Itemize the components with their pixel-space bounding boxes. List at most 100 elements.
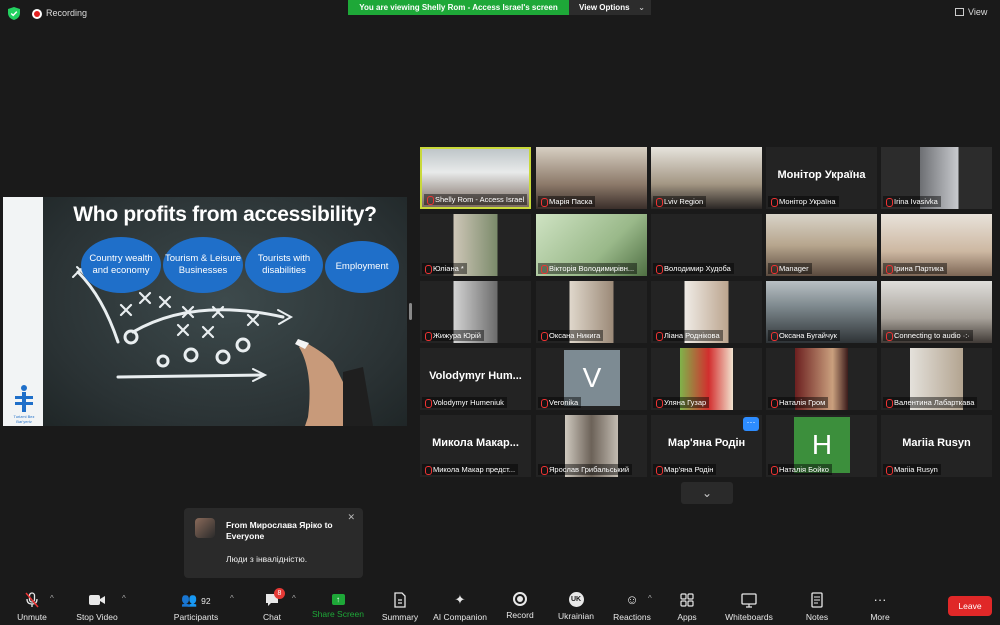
share-screen-label: Share Screen [312,609,364,619]
participant-name-label: Мар'яна Родін [653,464,717,475]
record-button[interactable]: Record [500,585,540,620]
participant-display-name: Микола Макар... [432,437,519,449]
participant-tile[interactable]: Уляна Гузар [651,348,762,410]
apps-button[interactable]: Apps [670,585,704,622]
view-options-button[interactable]: View Options ⌄ [569,0,651,15]
participant-tile[interactable]: Volodymyr Hum... Volodymyr Humeniuk [420,348,531,410]
whiteboards-button[interactable]: Whiteboards [718,585,780,622]
chat-button[interactable]: 8 Chat [254,585,290,622]
share-screen-button[interactable]: ↑ Share Screen [310,585,366,619]
organization-logo [15,385,33,412]
notes-icon [811,592,823,608]
video-camera-icon [89,595,105,605]
participant-tile[interactable]: Оксана Бугайчук [766,281,877,343]
slide-title: Who profits from accessibility? [73,203,377,226]
participant-tile[interactable]: Валентина Лабарткава [881,348,992,410]
participant-tile[interactable]: Lviv Region [651,147,762,209]
participant-tile[interactable]: Ірина Партика [881,214,992,276]
notes-button[interactable]: Notes [798,585,836,622]
participant-name-label: Марія Паска [538,196,596,207]
reactions-label: Reactions [613,612,651,622]
participant-name-label: Вікторія Володимирівн... [538,263,638,274]
summary-label: Summary [381,612,419,622]
participant-name-label: Микола Макар предст... [422,464,519,475]
participant-tile[interactable]: Мар'яна Родін ··· Мар'яна Родін [651,415,762,477]
participant-name-label: Жижура Юрій [422,330,484,341]
participant-tile[interactable]: Монітор Україна Монітор Україна [766,147,877,209]
participant-tile[interactable]: Ліана Роднікова [651,281,762,343]
view-button[interactable]: View [955,7,987,17]
chat-message: Люди з інвалідністю. [226,554,308,564]
bubble-employment: Employment [325,241,399,293]
bubble-tourism-businesses: Tourism & Leisure Businesses [163,237,243,293]
participant-tile[interactable]: Ярослав Грибальський [536,415,647,477]
more-button[interactable]: ··· More [862,585,898,622]
apps-label: Apps [677,612,697,622]
participants-label: Participants [173,612,219,622]
unmute-button[interactable]: Unmute [10,585,54,622]
chat-label: Chat [263,612,281,622]
language-code-icon: UK [568,592,584,607]
participant-tile[interactable]: Юліана * [420,214,531,276]
reactions-button[interactable]: ☺ Reactions [610,585,654,622]
participant-name-label: Уляна Гузар [653,397,710,408]
leave-button[interactable]: Leave [948,596,992,616]
stop-video-button[interactable]: Stop Video [72,585,122,622]
participant-tile[interactable]: Володимир Худоба [651,214,762,276]
participant-tile[interactable]: V Veronika [536,348,647,410]
split-view-resize-handle[interactable] [409,303,412,320]
apps-grid-icon [680,593,694,607]
close-icon[interactable]: ✕ [347,512,355,523]
summary-button[interactable]: Summary [378,585,422,622]
more-ellipsis-icon: ··· [873,592,887,607]
participant-tile[interactable]: H Наталія Бойко [766,415,877,477]
participant-name-label: Наталія Гром [768,397,829,408]
participant-tile[interactable]: Оксана Никига [536,281,647,343]
participant-name-label: Володимир Худоба [653,263,734,274]
reactions-options-caret-icon[interactable]: ^ [648,594,652,603]
language-label: Ukrainian [558,611,594,621]
bubble-tourists-disabilities: Tourists with disabilities [245,237,323,293]
chat-unread-badge: 8 [274,588,285,599]
participant-tile[interactable]: Наталія Гром [766,348,877,410]
share-screen-icon: ↑ [331,594,345,605]
meeting-toolbar: Unmute ^ Stop Video ^ 👥 92 Participants … [0,585,1000,625]
recording-label: Recording [46,8,88,18]
participant-tile[interactable]: Connecting to audio ·:· [881,281,992,343]
notes-label: Notes [805,612,829,622]
ai-companion-button[interactable]: ✦ AI Companion [430,585,490,622]
tile-more-options-icon[interactable]: ··· [743,417,759,431]
chat-options-caret-icon[interactable]: ^ [292,594,296,603]
participant-tile[interactable]: Жижура Юрій [420,281,531,343]
participant-tile[interactable]: Irina Ivasivka [881,147,992,209]
grid-view-icon [955,8,964,16]
organization-logo-text: Turizmi Bez Bar'yeriv [13,414,35,424]
participant-display-name: Mariia Rusyn [902,437,971,449]
participant-tile[interactable]: Микола Макар... Микола Макар предст... [420,415,531,477]
video-options-caret-icon[interactable]: ^ [122,594,126,603]
security-shield-icon[interactable] [8,7,20,20]
language-interpretation-button[interactable]: UK Ukrainian [552,585,600,621]
chalkboard-background [43,197,407,426]
participants-count: 92 [201,596,211,606]
chat-notification[interactable]: From Мирослава Яріко to Everyone Люди з … [184,508,363,578]
participant-name-label: Оксана Бугайчук [768,330,840,341]
microphone-muted-icon [25,592,39,608]
chalk-drawing [72,266,373,426]
view-options-label: View Options [579,3,630,12]
chat-sender: From Мирослава Яріко to Everyone [226,520,333,542]
participant-tile[interactable]: Марія Паска [536,147,647,209]
viewing-screen-banner: You are viewing Shelly Rom - Access Isra… [348,0,569,15]
top-bar: Recording You are viewing Shelly Rom - A… [0,0,1000,28]
gallery-scroll-down-button[interactable]: ⌄ [681,482,733,504]
participant-tile[interactable]: Manager [766,214,877,276]
audio-options-caret-icon[interactable]: ^ [50,594,54,603]
participant-tile[interactable]: Shelly Rom - Access Israel [420,147,531,209]
participant-name-label: Юліана * [422,263,467,274]
participants-options-caret-icon[interactable]: ^ [230,594,234,603]
participant-tile[interactable]: Mariia Rusyn Mariia Rusyn [881,415,992,477]
participant-name-label: Connecting to audio ·:· [883,330,973,341]
participants-button[interactable]: 👥 92 Participants [170,585,222,622]
summary-document-icon [394,592,406,608]
participant-tile[interactable]: Вікторія Володимирівн... [536,214,647,276]
